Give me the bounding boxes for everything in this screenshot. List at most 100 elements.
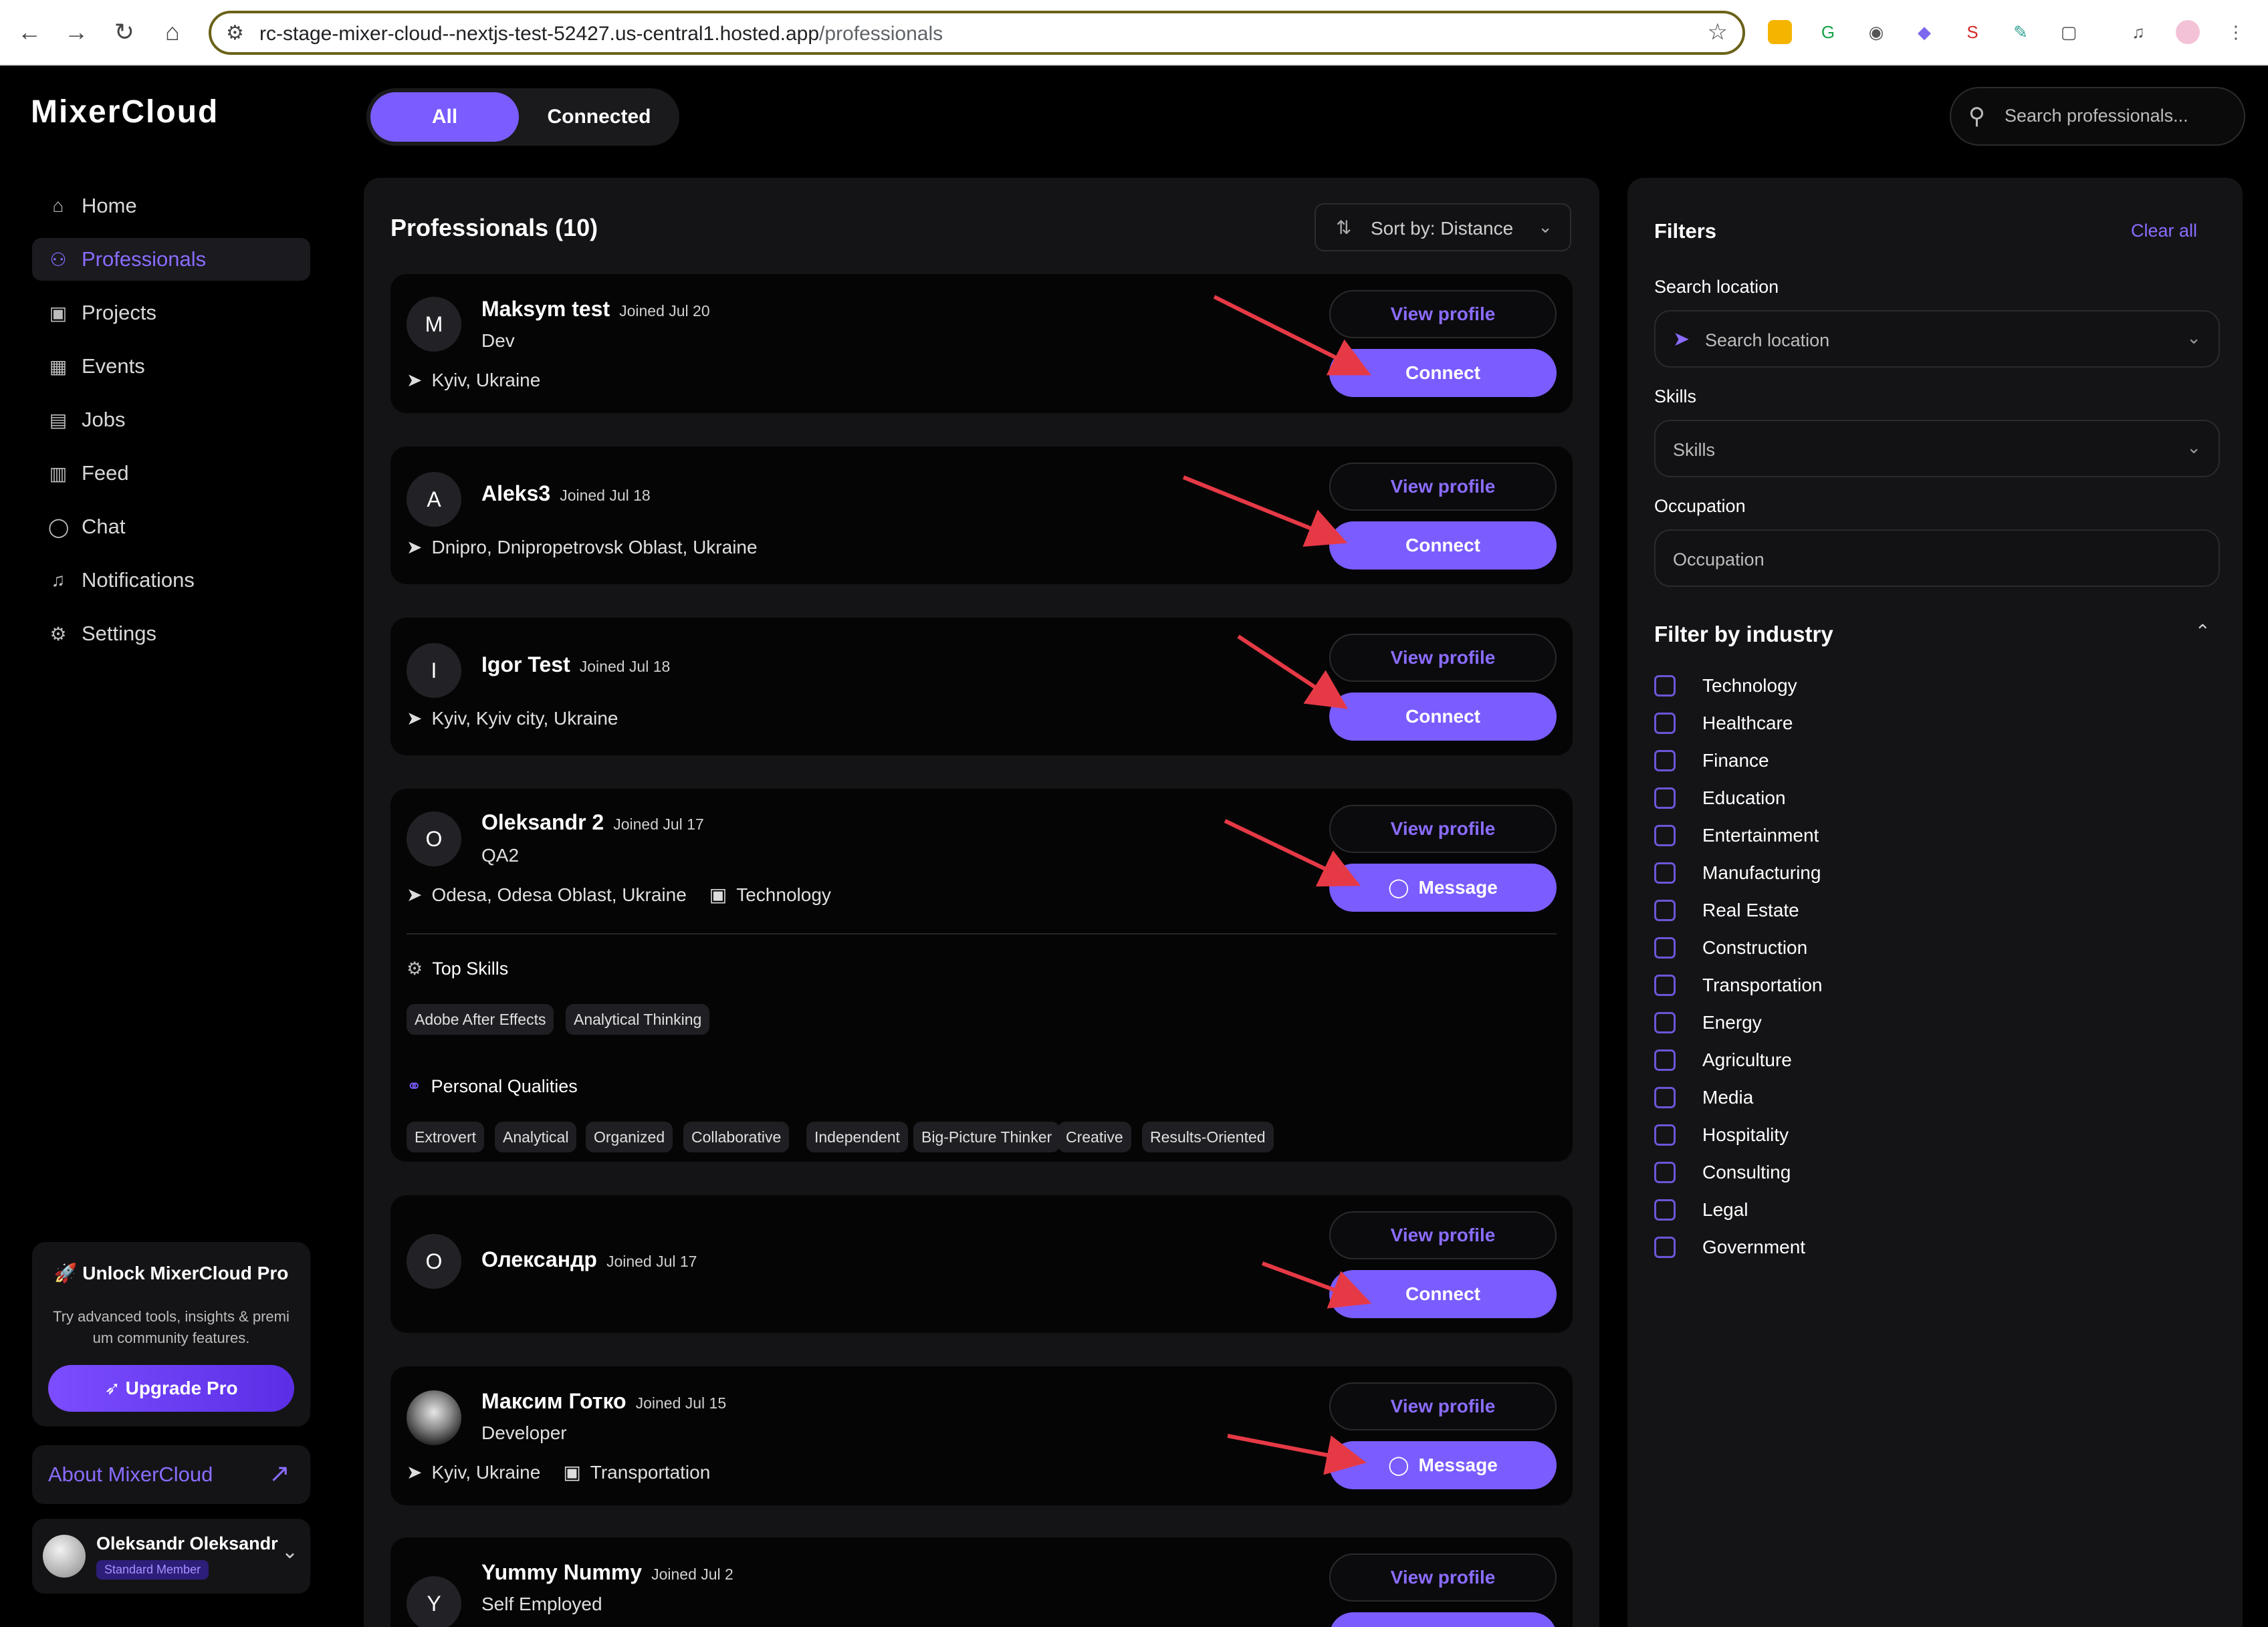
checkbox[interactable] [1654, 713, 1676, 734]
sidebar-item-projects[interactable]: ▣ Projects [32, 291, 310, 334]
avatar[interactable]: O [407, 811, 461, 866]
checkbox[interactable] [1654, 1124, 1676, 1146]
message-button[interactable]: ◯ Message [1329, 1441, 1557, 1489]
checkbox[interactable] [1654, 1049, 1676, 1071]
sidebar-item-notifications[interactable]: ♫ Notifications [32, 559, 310, 602]
industry-checkbox[interactable]: Technology [1654, 672, 1797, 699]
profile-avatar-icon[interactable] [2176, 20, 2200, 44]
view-profile-button[interactable]: View profile [1329, 634, 1557, 682]
view-profile-button[interactable]: View profile [1329, 290, 1557, 338]
sidebar-item-professionals[interactable]: ⚇ Professionals [32, 238, 310, 281]
view-profile-button[interactable]: View profile [1329, 1211, 1557, 1259]
extension-icon[interactable]: S [1960, 20, 1984, 44]
app-logo[interactable]: MixerCloud [31, 94, 219, 130]
view-profile-button[interactable]: View profile [1329, 1382, 1557, 1430]
connect-button[interactable]: Connect [1329, 1270, 1557, 1318]
puzzle-icon[interactable]: ▢ [2057, 20, 2081, 44]
industry-checkbox[interactable]: Transportation [1654, 972, 1823, 999]
industry-checkbox[interactable]: Legal [1654, 1197, 1748, 1223]
checkbox[interactable] [1654, 750, 1676, 771]
avatar[interactable] [407, 1390, 461, 1445]
checkbox[interactable] [1654, 1162, 1676, 1183]
industry-checkbox[interactable]: Finance [1654, 747, 1769, 774]
industry-checkbox[interactable]: Education [1654, 785, 1786, 811]
extension-icon[interactable]: ✎ [2009, 20, 2033, 44]
checkbox[interactable] [1654, 675, 1676, 697]
sidebar-item-feed[interactable]: ▥ Feed [32, 452, 310, 495]
avatar[interactable]: A [407, 472, 461, 527]
industry-checkbox[interactable]: Healthcare [1654, 710, 1793, 737]
professional-name[interactable]: Oleksandr 2 Joined Jul 17 [481, 810, 704, 835]
home-browser-icon[interactable]: ⌂ [158, 16, 187, 48]
kebab-menu-icon[interactable]: ⋮ [2224, 20, 2248, 44]
skills-select[interactable]: Skills ⌄ [1654, 420, 2220, 477]
about-mixercloud-link[interactable]: About MixerCloud ↗ [32, 1445, 310, 1504]
sidebar-item-home[interactable]: ⌂ Home [32, 184, 310, 227]
sidebar-item-chat[interactable]: ◯ Chat [32, 505, 310, 548]
checkbox[interactable] [1654, 975, 1676, 996]
avatar[interactable]: M [407, 297, 461, 352]
checkbox[interactable] [1654, 862, 1676, 884]
industry-checkbox[interactable]: Manufacturing [1654, 860, 1821, 886]
camera-icon[interactable]: ◉ [1864, 20, 1888, 44]
search-input[interactable]: Search professionals... [2005, 106, 2188, 126]
industry-checkbox[interactable]: Hospitality [1654, 1122, 1789, 1148]
site-settings-icon[interactable]: ⚙ [226, 21, 244, 45]
checkbox[interactable] [1654, 900, 1676, 921]
clear-all-button[interactable]: Clear all [2131, 221, 2197, 241]
industry-checkbox[interactable]: Agriculture [1654, 1047, 1792, 1074]
address-bar[interactable]: ⚙ rc-stage-mixer-cloud--nextjs-test-5242… [209, 11, 1745, 55]
tab-all[interactable]: All [370, 92, 519, 142]
sidebar-item-settings[interactable]: ⚙ Settings [32, 612, 310, 655]
reload-icon[interactable]: ↻ [110, 16, 139, 48]
connect-button[interactable]: Connect [1329, 349, 1557, 397]
industry-checkbox[interactable]: Media [1654, 1084, 1753, 1111]
tab-connected[interactable]: Connected [523, 92, 675, 142]
upgrade-pro-button[interactable]: ➶ Upgrade Pro [48, 1365, 294, 1412]
extension-icon[interactable]: ◆ [1912, 20, 1936, 44]
chevron-down-icon[interactable]: ⌄ [281, 1540, 298, 1563]
professional-name[interactable]: Олександр Joined Jul 17 [481, 1247, 697, 1272]
sidebar-item-events[interactable]: ▦ Events [32, 345, 310, 388]
message-button[interactable]: ◯ Message [1329, 864, 1557, 912]
professional-name[interactable]: Maksym test Joined Jul 20 [481, 297, 710, 322]
media-icon[interactable]: ♫ [2126, 20, 2150, 44]
checkbox[interactable] [1654, 937, 1676, 959]
view-profile-button[interactable]: View profile [1329, 805, 1557, 853]
action-button[interactable] [1329, 1612, 1557, 1627]
search-professionals[interactable]: ⚲ Search professionals... [1950, 87, 2245, 146]
checkbox[interactable] [1654, 1087, 1676, 1108]
view-profile-button[interactable]: View profile [1329, 463, 1557, 511]
professional-name[interactable]: Yummy Nummy Joined Jul 2 [481, 1560, 733, 1585]
professional-name[interactable]: Igor Test Joined Jul 18 [481, 652, 670, 677]
avatar[interactable]: O [407, 1234, 461, 1289]
connect-button[interactable]: Connect [1329, 693, 1557, 741]
avatar[interactable]: Y [407, 1576, 461, 1627]
checkbox[interactable] [1654, 787, 1676, 809]
chevron-up-icon[interactable]: ⌃ [2195, 620, 2210, 642]
checkbox[interactable] [1654, 825, 1676, 846]
bookmark-star-icon[interactable]: ☆ [1708, 19, 1728, 45]
industry-checkbox[interactable]: Entertainment [1654, 822, 1819, 849]
user-menu[interactable]: Oleksandr Oleksandr Standard Member ⌄ [32, 1519, 310, 1594]
view-profile-button[interactable]: View profile [1329, 1553, 1557, 1602]
checkbox[interactable] [1654, 1237, 1676, 1258]
industry-checkbox[interactable]: Government [1654, 1234, 1805, 1261]
grammarly-icon[interactable]: G [1816, 20, 1840, 44]
occupation-field[interactable]: Occupation [1654, 529, 2220, 587]
checkbox[interactable] [1654, 1012, 1676, 1033]
extension-icon[interactable] [1768, 20, 1792, 44]
avatar[interactable]: I [407, 643, 461, 698]
sort-dropdown[interactable]: ⇅ Sort by: Distance ⌄ [1315, 203, 1571, 251]
back-icon[interactable]: ← [15, 16, 44, 48]
forward-icon[interactable]: → [62, 16, 91, 48]
industry-checkbox[interactable]: Construction [1654, 934, 1807, 961]
sidebar-item-jobs[interactable]: ▤ Jobs [32, 398, 310, 441]
professional-name[interactable]: Aleks3 Joined Jul 18 [481, 481, 651, 506]
connect-button[interactable]: Connect [1329, 521, 1557, 570]
industry-checkbox[interactable]: Consulting [1654, 1159, 1791, 1186]
industry-checkbox[interactable]: Energy [1654, 1009, 1762, 1036]
location-search-field[interactable]: ➤ Search location ⌄ [1654, 310, 2220, 368]
checkbox[interactable] [1654, 1199, 1676, 1221]
professional-name[interactable]: Максим Готко Joined Jul 15 [481, 1389, 726, 1414]
